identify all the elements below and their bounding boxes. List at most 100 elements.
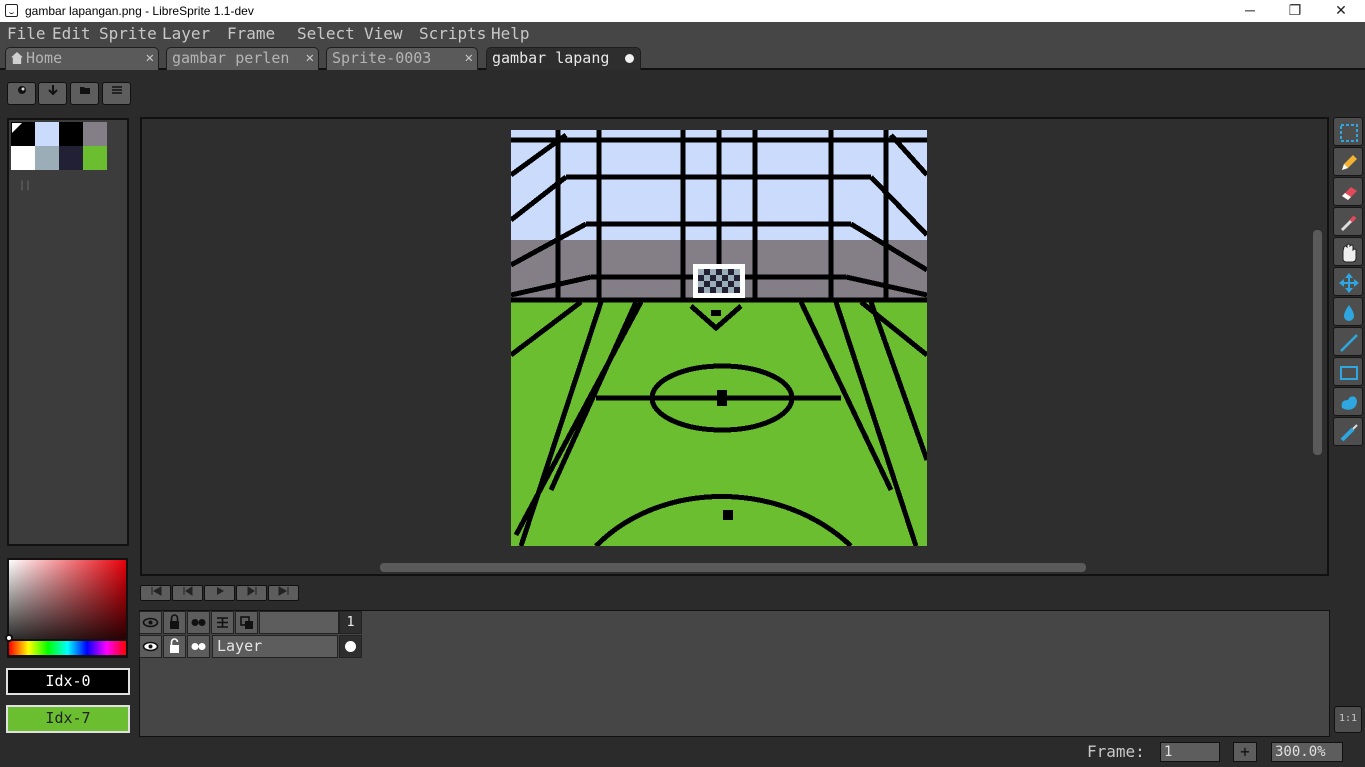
layer-cel-frame-1[interactable] [339,635,362,658]
menu-help[interactable]: Help [491,24,530,43]
last-frame-icon [278,586,288,596]
menu-bar: File Edit Sprite Layer Frame Select View… [0,22,1365,44]
menu-icon [111,86,122,94]
tool-eyedropper[interactable] [1333,207,1363,236]
maximize-button[interactable]: ❐ [1272,0,1318,22]
window-title: gambar lapangan.png - LibreSprite 1.1-de… [25,4,254,18]
palette-swatch-3[interactable] [83,122,107,146]
first-frame-icon [151,586,161,596]
previous-frame-button[interactable] [172,585,203,601]
tool-rectangle[interactable] [1333,357,1363,386]
menu-scripts[interactable]: Scripts [419,24,486,43]
palette-swatch-2[interactable] [59,122,83,146]
lock-icon [170,614,179,629]
home-icon [11,52,23,64]
frame-header-1[interactable]: 1 [339,611,362,634]
line-icon [1340,334,1358,352]
layer-continuous-toggle[interactable] [187,635,210,658]
folder-icon [79,87,90,94]
tab-close-icon[interactable]: ✕ [146,48,154,68]
timeline-new-frame-header[interactable] [235,611,258,634]
palette-options-button[interactable] [102,82,131,105]
palette-resize-handle[interactable]: || [19,180,31,191]
minimize-button[interactable]: ─ [1227,0,1273,22]
foreground-color-button[interactable]: Idx-0 [6,668,130,695]
first-frame-button[interactable] [140,585,171,601]
horizontal-scrollbar[interactable] [380,563,1086,572]
next-frame-icon [247,586,256,596]
layer-visibility-toggle[interactable] [139,635,162,658]
eye-icon [142,617,159,628]
menu-frame[interactable]: Frame [227,24,275,43]
frame-label: Frame: [1087,742,1145,761]
add-frame-button[interactable]: + [1233,742,1257,762]
menu-view[interactable]: View [364,24,403,43]
timeline-zoom-reset-button[interactable]: 1:1 [1334,706,1362,733]
title-bar: gambar lapangan.png - LibreSprite 1.1-de… [0,0,1365,22]
arrow-down-icon [47,85,58,96]
timeline-visibility-header[interactable] [139,611,162,634]
sprite-canvas[interactable] [509,130,930,548]
palette-swatch-5[interactable] [35,146,59,170]
tool-rectangle-marquee[interactable] [1333,117,1363,146]
last-frame-button[interactable] [268,585,299,601]
frame-field[interactable]: 1 [1160,742,1220,762]
menu-sprite[interactable]: Sprite [99,24,157,43]
tool-line[interactable] [1333,327,1363,356]
menu-file[interactable]: File [7,24,46,43]
tool-blur[interactable] [1333,417,1363,446]
move-icon [1339,273,1359,293]
layer-lock-toggle[interactable] [163,635,186,658]
palette-edit-button[interactable] [7,82,36,105]
tab-close-icon[interactable]: ✕ [465,48,473,68]
hue-slider[interactable] [7,639,128,657]
next-frame-button[interactable] [236,585,267,601]
contour-icon [1341,396,1357,410]
paint-bucket-icon [1344,305,1354,321]
frames-icon [240,616,253,629]
background-color-button[interactable]: Idx-7 [6,705,130,733]
tab-sprite-0003[interactable]: Sprite-0003 ✕ [326,47,478,70]
tab-label: gambar lapang [492,49,610,67]
eraser-icon [1342,187,1357,200]
tool-move[interactable] [1333,267,1363,296]
tool-contour[interactable] [1333,387,1363,416]
tool-paint-bucket[interactable] [1333,297,1363,326]
continuous-icon [191,643,206,650]
timeline-link-header[interactable] [211,611,234,634]
tool-pencil[interactable] [1333,147,1363,176]
timeline-lock-header[interactable] [163,611,186,634]
palette-swatch-6[interactable] [59,146,83,170]
palette-panel: || [7,118,129,546]
rectangle-marquee-icon [1340,124,1358,142]
tab-home[interactable]: Home ✕ [5,47,159,70]
tab-close-icon[interactable]: ✕ [306,48,314,68]
tool-eraser[interactable] [1333,177,1363,206]
link-cels-icon [217,617,228,628]
layer-name[interactable]: Layer [212,635,338,658]
eye-icon [142,641,159,652]
eyedropper-icon [1340,215,1357,232]
hue-slider-knob[interactable] [5,634,13,642]
play-button[interactable] [204,585,235,601]
menu-select[interactable]: Select [297,24,355,43]
close-button[interactable]: ✕ [1318,0,1364,22]
tab-label: Sprite-0003 [332,49,432,67]
tool-hand[interactable] [1333,237,1363,266]
unlock-icon [170,638,179,653]
tab-gambar-perlen[interactable]: gambar perlen ✕ [166,47,319,70]
palette-sort-button[interactable] [38,82,67,105]
tab-label: Home [26,49,63,67]
palette-presets-button[interactable] [70,82,99,105]
menu-layer[interactable]: Layer [162,24,210,43]
vertical-scrollbar[interactable] [1313,230,1322,455]
zoom-field[interactable]: 300.0% [1271,742,1343,762]
palette-swatch-7[interactable] [83,146,107,170]
onion-skin-icon [191,619,206,626]
play-icon [216,587,224,595]
menu-edit[interactable]: Edit [52,24,91,43]
timeline-onion-header[interactable] [187,611,210,634]
palette-swatch-1[interactable] [35,122,59,146]
palette-swatch-4[interactable] [11,146,35,170]
tab-gambar-lapang[interactable]: gambar lapang [486,47,641,70]
